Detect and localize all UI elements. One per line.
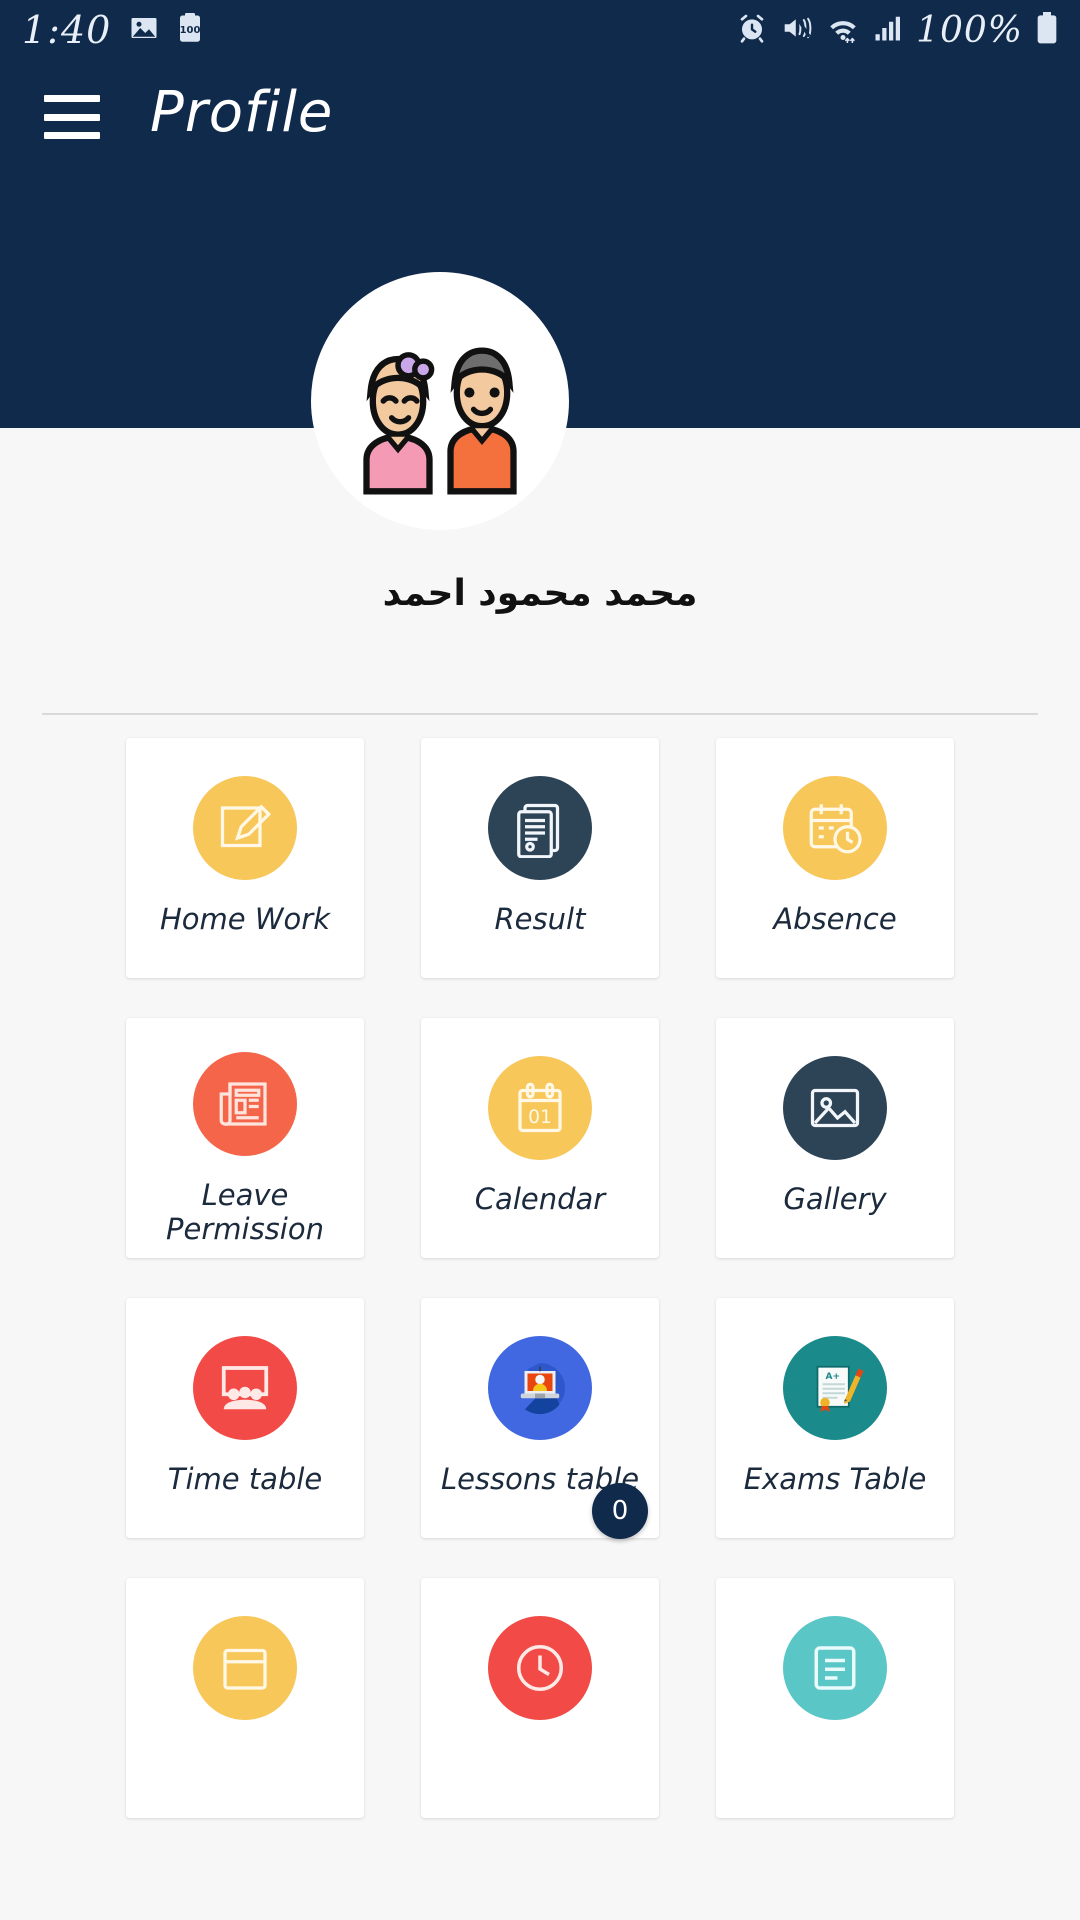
grid-item-calendar[interactable]: 01 Calendar: [421, 1018, 659, 1258]
exams-table-icon-circle: A+: [783, 1336, 887, 1440]
hamburger-line: [44, 113, 100, 121]
grid-item-label: Gallery: [783, 1182, 887, 1216]
partial-red-icon: [517, 1645, 563, 1691]
newspaper-icon: [219, 1082, 267, 1126]
partial-red-icon-circle: [488, 1616, 592, 1720]
svg-text:A+: A+: [826, 1372, 841, 1382]
lessons-table-icon-circle: [488, 1336, 592, 1440]
status-time: 1:40: [22, 8, 112, 52]
leave-permission-icon-circle: [193, 1052, 297, 1156]
calendar-clock-icon: [809, 804, 862, 854]
profile-content: محمد محمود احمد Home Work Result Absence…: [0, 428, 1080, 1920]
absence-icon-circle: [783, 776, 887, 880]
document-report-icon: [517, 803, 560, 858]
grid-item-exams-table[interactable]: A+ Exams Table: [716, 1298, 954, 1538]
calendar-icon-circle: 01: [488, 1056, 592, 1160]
exam-paper-icon: A+: [816, 1365, 864, 1412]
partial-teal-icon: [814, 1646, 856, 1690]
signal-icon: [873, 13, 903, 47]
partial-yellow-icon-circle: [193, 1616, 297, 1720]
mute-icon: [781, 13, 813, 47]
status-bar-left: 1:40 100: [22, 8, 203, 52]
battery-percent: 100%: [916, 9, 1023, 51]
grid-item-label: Leave Permission: [166, 1178, 324, 1247]
grid-item-partial-3[interactable]: [716, 1578, 954, 1818]
gallery-icon-circle: [783, 1056, 887, 1160]
image-icon: [129, 13, 159, 47]
classroom-board-icon: [221, 1366, 269, 1410]
grid-item-gallery[interactable]: Gallery: [716, 1018, 954, 1258]
notification-badge[interactable]: 0: [592, 1483, 648, 1539]
hamburger-icon[interactable]: [44, 95, 100, 139]
avatar[interactable]: [311, 272, 569, 530]
pencil-square-icon: [220, 804, 272, 848]
photo-frame-icon: [810, 1088, 860, 1128]
page-title: Profile: [150, 80, 334, 145]
laptop-lesson-icon: [520, 1363, 566, 1415]
app-screen: 1:40 100 100% Profile محمد محمود احمد Ho…: [0, 0, 1080, 1920]
alarm-icon: [736, 12, 768, 48]
grid-item-absence[interactable]: Absence: [716, 738, 954, 978]
home-work-icon-circle: [193, 776, 297, 880]
grid-item-leave-permission[interactable]: Leave Permission: [126, 1018, 364, 1258]
grid-item-time-table[interactable]: Time table: [126, 1298, 364, 1538]
profile-name: محمد محمود احمد: [382, 573, 698, 614]
partial-yellow-icon: [223, 1648, 267, 1690]
result-icon-circle: [488, 776, 592, 880]
hamburger-line: [44, 132, 100, 139]
calendar-01-icon: 01: [518, 1082, 562, 1133]
clipboard-100-icon: 100: [177, 13, 203, 47]
grid-item-label: Home Work: [160, 902, 330, 936]
battery-icon: [1036, 12, 1058, 48]
status-bar-right: 100%: [736, 10, 1058, 51]
grid-item-partial-2[interactable]: [421, 1578, 659, 1818]
section-divider: [42, 713, 1038, 715]
partial-teal-icon-circle: [783, 1616, 887, 1720]
grid-item-partial-1[interactable]: [126, 1578, 364, 1818]
wifi-icon: [826, 13, 860, 47]
two-children-avatar-icon: [363, 347, 517, 495]
grid-item-label: Time table: [167, 1462, 323, 1496]
grid-item-label: Absence: [773, 902, 897, 936]
status-bar: 1:40 100 100%: [0, 0, 1080, 60]
grid-item-label: Calendar: [474, 1182, 606, 1216]
hamburger-line: [44, 95, 100, 102]
svg-text:01: 01: [528, 1107, 552, 1128]
svg-text:100: 100: [180, 25, 201, 36]
grid-item-label: Exams Table: [743, 1462, 927, 1496]
grid-item-label: Result: [494, 902, 586, 936]
grid-item-result[interactable]: Result: [421, 738, 659, 978]
time-table-icon-circle: [193, 1336, 297, 1440]
grid-item-home-work[interactable]: Home Work: [126, 738, 364, 978]
menu-grid: Home Work Result Absence Leave Permissio…: [0, 738, 1080, 1818]
